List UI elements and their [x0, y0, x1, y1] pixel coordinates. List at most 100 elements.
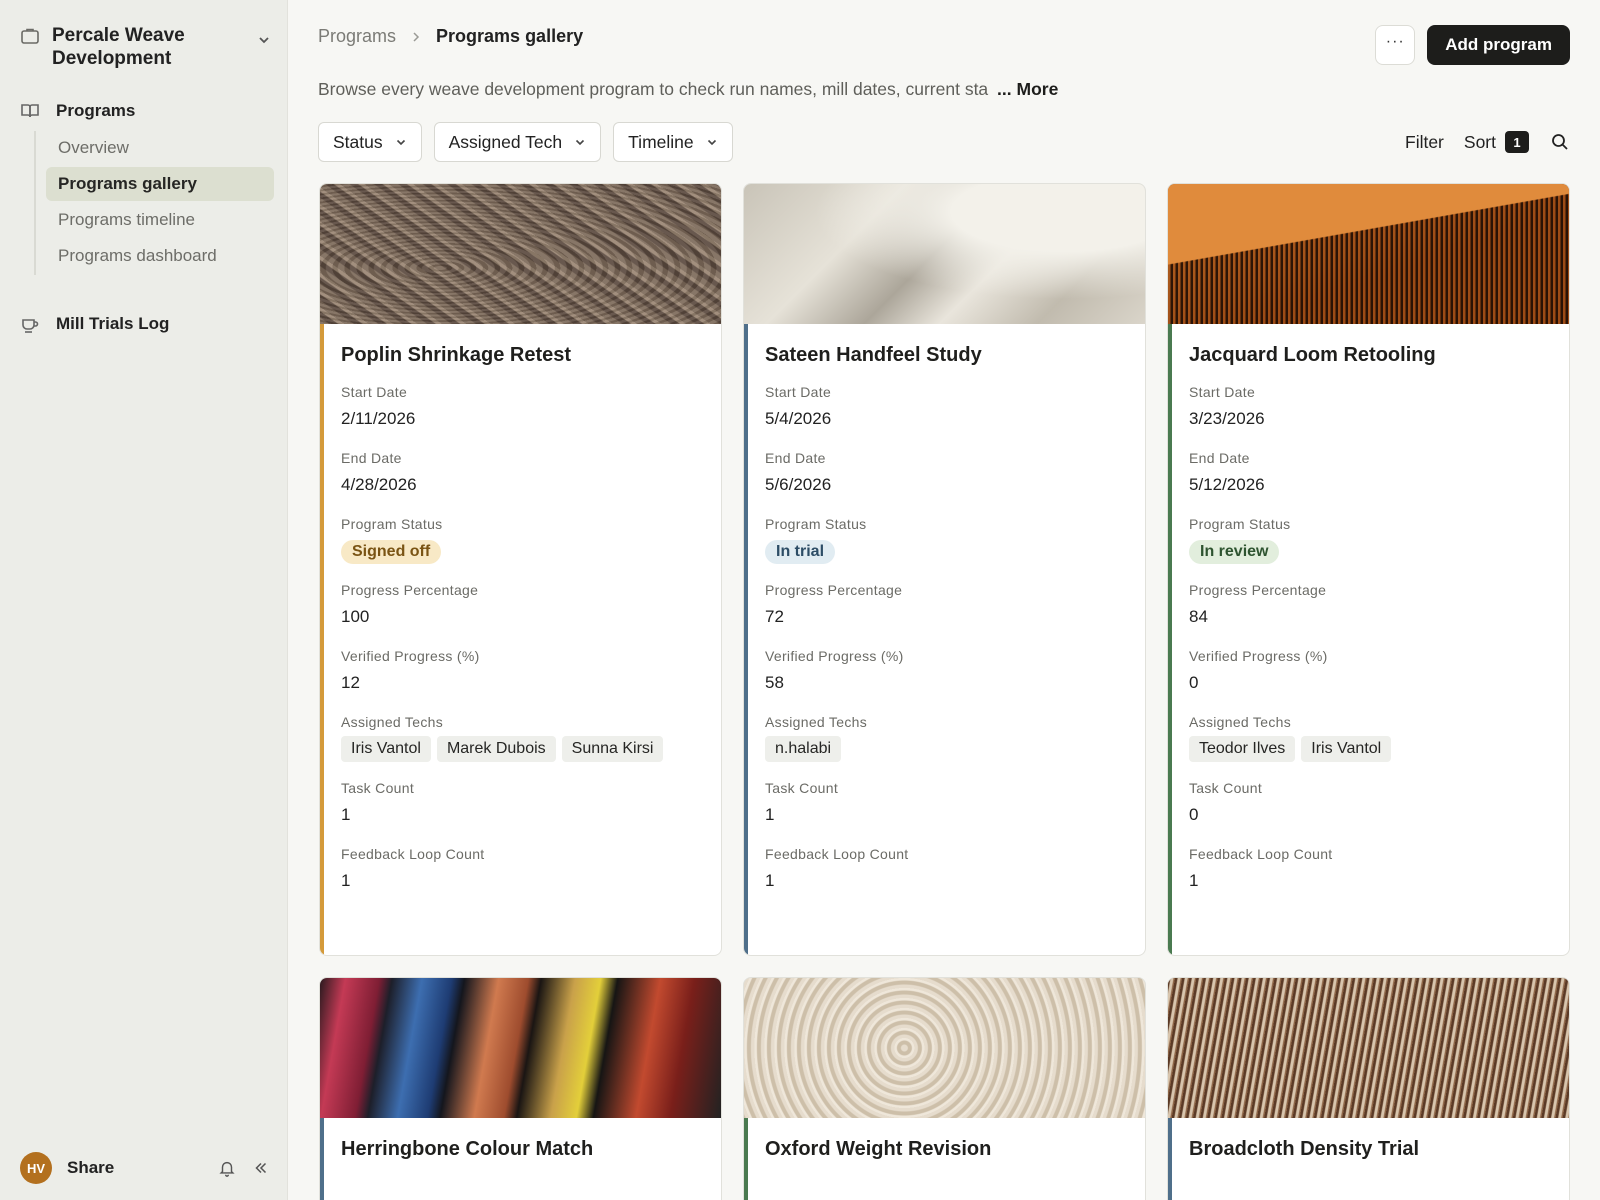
tech-chip: Sunna Kirsi [561, 736, 664, 762]
program-status-label: Program Status [765, 516, 867, 532]
assigned-techs-list: n.halabi [765, 731, 1125, 779]
program-status-label: Program Status [341, 516, 443, 532]
chevron-down-icon [576, 139, 585, 146]
program-card[interactable]: Oxford Weight Revision [743, 977, 1146, 1200]
progress-value: 72 [765, 607, 784, 626]
assigned-techs-list: Iris Vantol Marek Dubois Sunna Kirsi [341, 731, 701, 779]
end-date-value: 5/6/2026 [765, 475, 832, 494]
sidebar-item-programs-dashboard[interactable]: Programs dashboard [46, 239, 274, 273]
sidebar-group-mill-trials-log[interactable]: Mill Trials Log [20, 314, 169, 334]
assigned-techs-label: Assigned Techs [1189, 714, 1292, 730]
start-date-label: Start Date [341, 384, 408, 400]
more-options-button[interactable]: ··· [1375, 25, 1416, 65]
description-more-link[interactable]: ... More [997, 79, 1058, 99]
progress-label: Progress Percentage [341, 582, 479, 598]
assigned-techs-list: Teodor Ilves Iris Vantol [1189, 731, 1549, 779]
status-badge: In trial [765, 540, 836, 564]
tech-chip: Iris Vantol [1301, 736, 1392, 762]
search-icon[interactable] [1550, 132, 1570, 152]
task-count-value: 1 [341, 805, 351, 824]
task-count-value: 0 [1189, 805, 1199, 824]
description-text: Browse every weave development program t… [318, 79, 989, 99]
workspace-title: Percale Weave Development [52, 25, 185, 69]
share-button[interactable]: Share [67, 1158, 202, 1178]
feedback-loop-label: Feedback Loop Count [341, 846, 485, 862]
verified-progress-value: 0 [1189, 673, 1199, 692]
chevron-right-icon [413, 31, 420, 42]
avatar[interactable]: HV [20, 1152, 52, 1184]
ellipsis-icon: ··· [1385, 33, 1405, 50]
card-title: Broadcloth Density Trial [1189, 1138, 1420, 1160]
progress-value: 84 [1189, 607, 1208, 626]
sort-count-badge: 1 [1505, 131, 1529, 153]
sidebar-group-programs[interactable]: Programs [20, 101, 135, 121]
filter-bar: Status Assigned Tech Timeline [318, 122, 745, 162]
task-count-value: 1 [765, 805, 775, 824]
progress-label: Progress Percentage [1189, 582, 1327, 598]
start-date-label: Start Date [765, 384, 832, 400]
progress-label: Progress Percentage [765, 582, 903, 598]
assigned-techs-label: Assigned Techs [765, 714, 868, 730]
add-program-button[interactable]: Add program [1427, 25, 1570, 65]
program-card[interactable]: Sateen Handfeel Study Start Date 5/4/2026… [743, 183, 1146, 956]
breadcrumb-programs[interactable]: Programs [318, 26, 396, 47]
tech-chip: Teodor Ilves [1189, 736, 1296, 762]
sidebar-group-label: Programs [56, 101, 136, 120]
verified-progress-value: 58 [765, 673, 784, 692]
status-filter-label: Status [333, 131, 383, 152]
sidebar: Percale Weave Development Programs Overv… [0, 0, 288, 1200]
sidebar-item-programs-gallery[interactable]: Programs gallery [46, 167, 274, 201]
program-card[interactable]: Broadcloth Density Trial [1167, 977, 1570, 1200]
workspace-switcher[interactable]: Percale Weave Development [20, 24, 272, 70]
card-title: Poplin Shrinkage Retest [341, 344, 572, 366]
verified-progress-label: Verified Progress (%) [765, 648, 904, 664]
end-date-value: 4/28/2026 [341, 475, 417, 494]
sidebar-footer: HV Share [20, 1151, 270, 1185]
chevron-down-icon [396, 139, 405, 146]
program-card[interactable]: Jacquard Loom Retooling Start Date 3/23/2… [1167, 183, 1570, 956]
task-count-label: Task Count [765, 780, 839, 796]
sort-label: Sort [1463, 131, 1496, 152]
chevron-down-icon[interactable] [256, 32, 272, 48]
collapse-sidebar-icon[interactable] [252, 1159, 270, 1177]
start-date-value: 2/11/2026 [341, 409, 416, 428]
card-cover-image [320, 184, 721, 324]
card-title: Jacquard Loom Retooling [1189, 344, 1436, 366]
page-title: Programs gallery [436, 26, 584, 46]
bell-icon[interactable] [218, 1159, 236, 1177]
end-date-label: End Date [765, 450, 826, 466]
card-cover-image [744, 184, 1145, 324]
sidebar-item-programs-timeline[interactable]: Programs timeline [46, 203, 274, 237]
sidebar-item-overview[interactable]: Overview [46, 131, 274, 165]
book-open-icon [21, 104, 39, 118]
filter-button[interactable]: Filter [1405, 132, 1444, 153]
coffee-cup-icon [22, 319, 39, 333]
sort-button[interactable]: Sort 1 [1464, 131, 1529, 153]
page-description: Browse every weave development program t… [318, 79, 1058, 100]
feedback-loop-value: 1 [341, 871, 351, 890]
timeline-filter-button[interactable]: Timeline [613, 122, 733, 162]
verified-progress-label: Verified Progress (%) [1189, 648, 1328, 664]
view-tools: Filter Sort 1 [1405, 131, 1570, 153]
feedback-loop-label: Feedback Loop Count [1189, 846, 1333, 862]
status-badge: In review [1189, 540, 1280, 564]
end-date-value: 5/12/2026 [1189, 475, 1265, 494]
feedback-loop-value: 1 [1189, 871, 1199, 890]
briefcase-icon [21, 28, 39, 44]
start-date-label: Start Date [1189, 384, 1256, 400]
card-cover-image [1168, 184, 1569, 324]
start-date-value: 3/23/2026 [1189, 409, 1265, 428]
tech-chip: n.halabi [765, 736, 842, 762]
status-filter-button[interactable]: Status [318, 122, 422, 162]
card-cover-image [744, 978, 1145, 1118]
program-card[interactable]: Herringbone Colour Match [319, 977, 722, 1200]
card-title: Oxford Weight Revision [765, 1138, 992, 1160]
programs-subnav: Overview Programs gallery Programs timel… [34, 131, 274, 275]
tech-chip: Marek Dubois [436, 736, 556, 762]
assigned-tech-filter-button[interactable]: Assigned Tech [433, 122, 602, 162]
program-card[interactable]: Poplin Shrinkage Retest Start Date 2/11/2… [319, 183, 722, 956]
feedback-loop-label: Feedback Loop Count [765, 846, 909, 862]
task-count-label: Task Count [341, 780, 415, 796]
assigned-techs-label: Assigned Techs [341, 714, 444, 730]
main-content: Programs Programs gallery ··· Add progra… [288, 0, 1600, 1200]
